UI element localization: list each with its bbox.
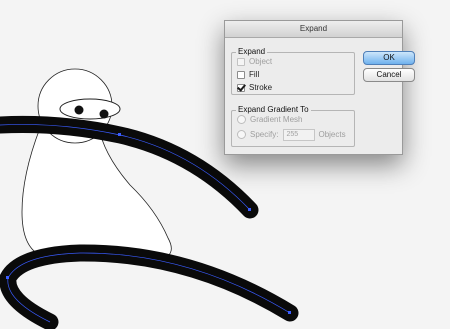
objects-label: Objects: [318, 130, 346, 139]
expand-dialog: Expand Expand Object Fill Stroke Expand …: [224, 20, 415, 155]
expand-group: Expand Object Fill Stroke: [231, 47, 355, 95]
figure-visor[interactable]: [59, 98, 121, 120]
ok-button[interactable]: OK: [363, 51, 415, 65]
expand-gradient-group-title: Expand Gradient To: [236, 105, 311, 114]
specify-option: Specify: 255 Objects: [237, 128, 346, 141]
specify-count-field: 255: [283, 128, 316, 141]
cancel-button[interactable]: Cancel: [363, 68, 415, 82]
expand-gradient-group: Expand Gradient To Gradient Mesh Specify…: [231, 105, 355, 147]
gradient-mesh-radio: [237, 115, 246, 124]
specify-label: Specify:: [250, 130, 279, 139]
object-label: Object: [249, 57, 273, 66]
fill-checkbox[interactable]: [237, 70, 245, 79]
stroke-option[interactable]: Stroke: [237, 82, 272, 93]
stroke-label[interactable]: Stroke: [249, 82, 272, 93]
dialog-title[interactable]: Expand: [225, 21, 402, 38]
figure-right-eye: [99, 109, 109, 119]
fill-label[interactable]: Fill: [249, 69, 259, 80]
gradient-mesh-label: Gradient Mesh: [250, 115, 303, 124]
object-option: Object: [237, 56, 272, 67]
fill-option[interactable]: Fill: [237, 69, 259, 80]
specify-radio: [237, 130, 246, 139]
anchor-point[interactable]: [6, 276, 9, 279]
object-checkbox: [237, 57, 245, 66]
stroke-checkbox[interactable]: [237, 83, 245, 92]
expand-group-title: Expand: [236, 47, 268, 56]
anchor-point[interactable]: [118, 133, 121, 136]
gradient-mesh-option: Gradient Mesh: [237, 114, 302, 125]
anchor-point[interactable]: [288, 311, 291, 314]
anchor-point[interactable]: [248, 208, 251, 211]
lower-arm-stroke[interactable]: [0, 244, 299, 329]
figure-left-eye: [74, 105, 84, 115]
